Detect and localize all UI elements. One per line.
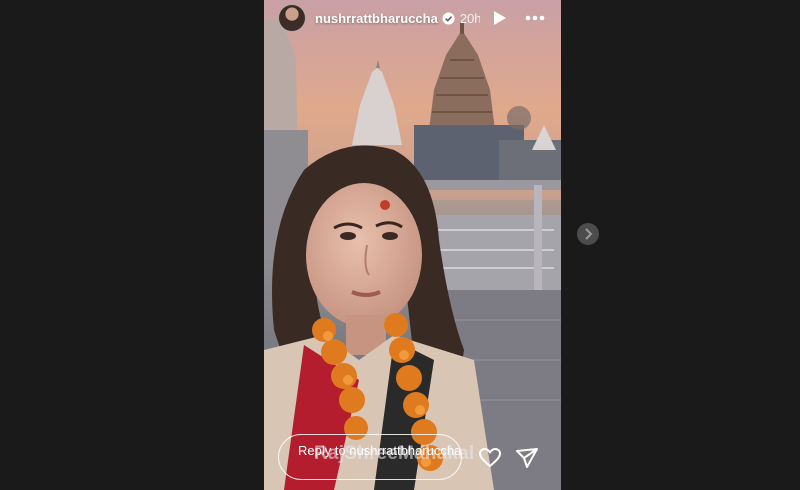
heart-icon[interactable]	[478, 446, 502, 470]
username[interactable]: nushrrattbharuccha	[315, 11, 438, 26]
play-button[interactable]	[490, 8, 510, 28]
verified-badge-icon	[442, 11, 455, 25]
reply-input[interactable]: Reply to nushrrattbharuccha...	[278, 434, 462, 480]
story-viewer: nushrrattbharuccha 20h RajShreeMahakal R…	[0, 0, 800, 490]
more-options-button[interactable]	[524, 8, 546, 28]
next-story-button[interactable]	[577, 223, 599, 245]
more-options-icon	[525, 15, 545, 21]
play-icon	[493, 11, 506, 25]
story-frame[interactable]: nushrrattbharuccha 20h RajShreeMahakal	[264, 0, 561, 490]
reply-placeholder: Reply to nushrrattbharuccha...	[298, 443, 462, 458]
story-photo	[264, 0, 561, 490]
story-header: nushrrattbharuccha 20h	[278, 3, 551, 33]
post-time: 20h	[459, 10, 480, 26]
chevron-right-icon	[585, 228, 593, 240]
send-icon[interactable]	[515, 446, 539, 470]
avatar[interactable]	[278, 4, 306, 32]
